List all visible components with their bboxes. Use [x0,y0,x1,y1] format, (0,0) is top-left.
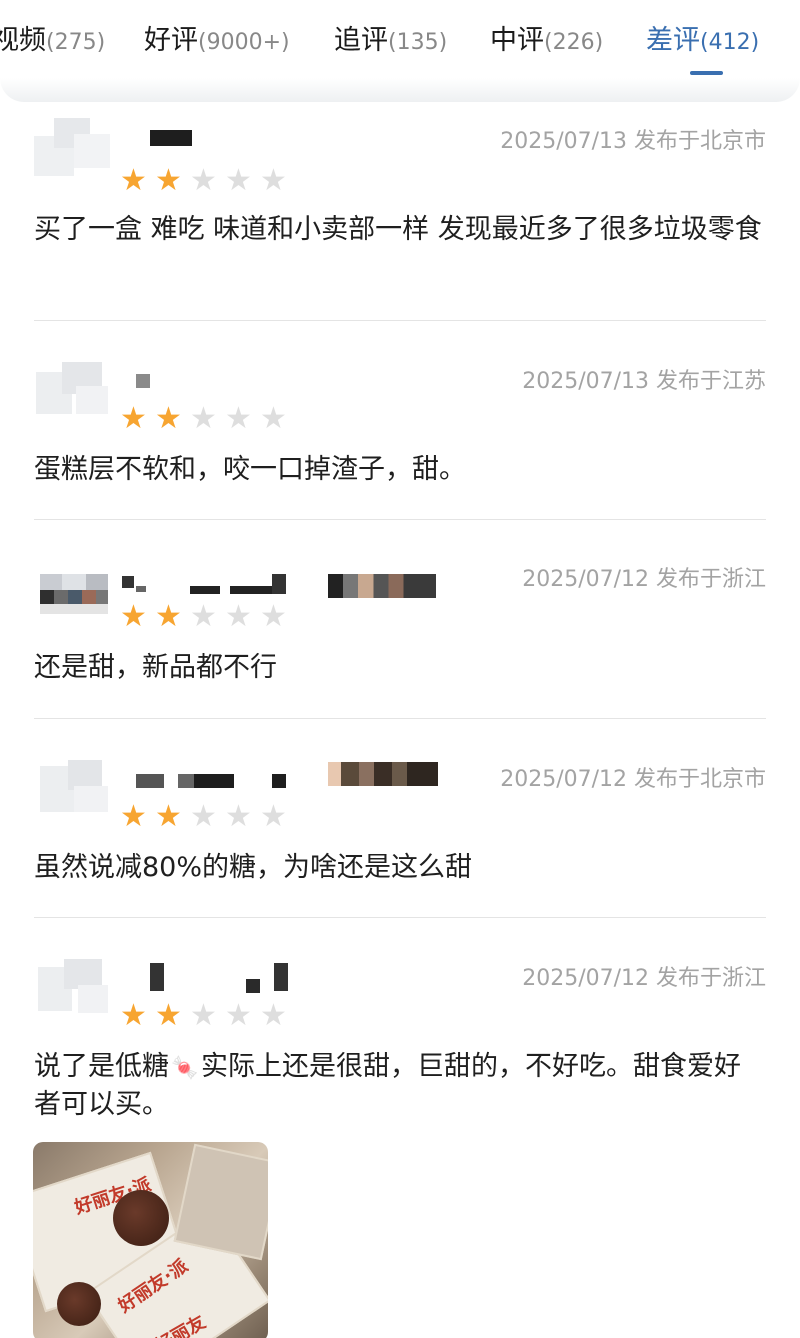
review-date-location: 2025/07/13 发布于江苏 [522,369,766,394]
tab-neutral-label: 中评 [490,25,544,56]
star-empty-icon: ★ [260,599,287,634]
star-filled-icon: ★ [155,163,182,198]
star-empty-icon: ★ [190,599,217,634]
star-filled-icon: ★ [155,998,182,1033]
tab-neutral[interactable]: 中评(226) [490,20,603,62]
tab-negative[interactable]: 差评(412) [646,20,759,62]
tab-positive[interactable]: 好评(9000+) [144,20,290,62]
tab-video[interactable]: 视频(275) [0,20,105,62]
review-text: 蛋糕层不软和，咬一口掉渣子，甜。 [34,454,466,485]
divider [34,320,766,321]
star-empty-icon: ★ [225,599,252,634]
divider [34,519,766,520]
review-text: 买了一盒 难吃 味道和小卖部一样 发现最近多了很多垃圾零食 [34,214,762,245]
user-avatar[interactable] [34,955,110,1015]
star-rating: ★ ★ ★ ★ ★ [118,802,289,832]
star-rating: ★ ★ ★ ★ ★ [118,404,289,434]
star-empty-icon: ★ [190,163,217,198]
review-text: 虽然说减80%的糖，为啥还是这么甜 [34,852,473,883]
star-empty-icon: ★ [225,998,252,1033]
star-empty-icon: ★ [260,401,287,436]
review-date-location: 2025/07/12 发布于浙江 [522,567,766,592]
user-avatar[interactable] [34,118,110,178]
tab-followup-count: (135) [388,30,448,55]
star-empty-icon: ★ [260,163,287,198]
tabbar-shadow [0,78,800,102]
star-rating: ★ ★ ★ ★ ★ [118,1001,289,1031]
tab-positive-count: (9000+) [198,30,290,55]
choco-pie [57,1282,101,1326]
star-filled-icon: ★ [120,599,147,634]
tab-negative-count: (412) [700,30,760,55]
choco-pie [113,1190,169,1246]
star-empty-icon: ★ [190,998,217,1033]
user-avatar[interactable] [34,572,110,632]
review-date-location: 2025/07/12 发布于北京市 [500,767,766,792]
candy-icon: 🍬 [171,1056,199,1081]
star-filled-icon: ★ [120,401,147,436]
star-empty-icon: ★ [225,799,252,834]
review-date-location: 2025/07/13 发布于北京市 [500,129,766,154]
star-empty-icon: ★ [260,998,287,1033]
review-text: 说了是低糖 🍬实际上还是很甜，巨甜的，不好吃。甜食爱好者可以买。 [34,1049,766,1123]
star-filled-icon: ★ [120,799,147,834]
star-empty-icon: ★ [225,401,252,436]
review-filter-tabbar: 视频(275) 好评(9000+) 追评(135) 中评(226) 差评(412… [0,0,800,102]
star-rating: ★ ★ ★ ★ ★ [118,166,289,196]
divider [34,917,766,918]
review-text: 还是甜，新品都不行 [34,652,277,683]
tab-negative-label: 差评 [646,25,700,56]
star-filled-icon: ★ [155,799,182,834]
tab-video-count: (275) [46,30,106,55]
tab-video-label: 视频 [0,25,46,56]
star-filled-icon: ★ [120,163,147,198]
user-avatar[interactable] [34,756,110,816]
star-rating: ★ ★ ★ ★ ★ [118,602,289,632]
tab-neutral-count: (226) [544,30,604,55]
tab-followup[interactable]: 追评(135) [334,20,447,62]
review-text-part: 说了是低糖 [34,1051,169,1082]
star-empty-icon: ★ [260,799,287,834]
tab-followup-label: 追评 [334,25,388,56]
star-filled-icon: ★ [120,998,147,1033]
user-avatar[interactable] [34,358,110,418]
active-tab-indicator [690,71,723,75]
star-empty-icon: ★ [190,401,217,436]
snack-wrapper [173,1143,268,1261]
star-empty-icon: ★ [225,163,252,198]
review-photo[interactable]: 好丽友·派 好丽友·派 好丽友 [33,1142,268,1338]
star-empty-icon: ★ [190,799,217,834]
review-date-location: 2025/07/12 发布于浙江 [522,966,766,991]
divider [34,718,766,719]
star-filled-icon: ★ [155,401,182,436]
star-filled-icon: ★ [155,599,182,634]
tab-positive-label: 好评 [144,25,198,56]
